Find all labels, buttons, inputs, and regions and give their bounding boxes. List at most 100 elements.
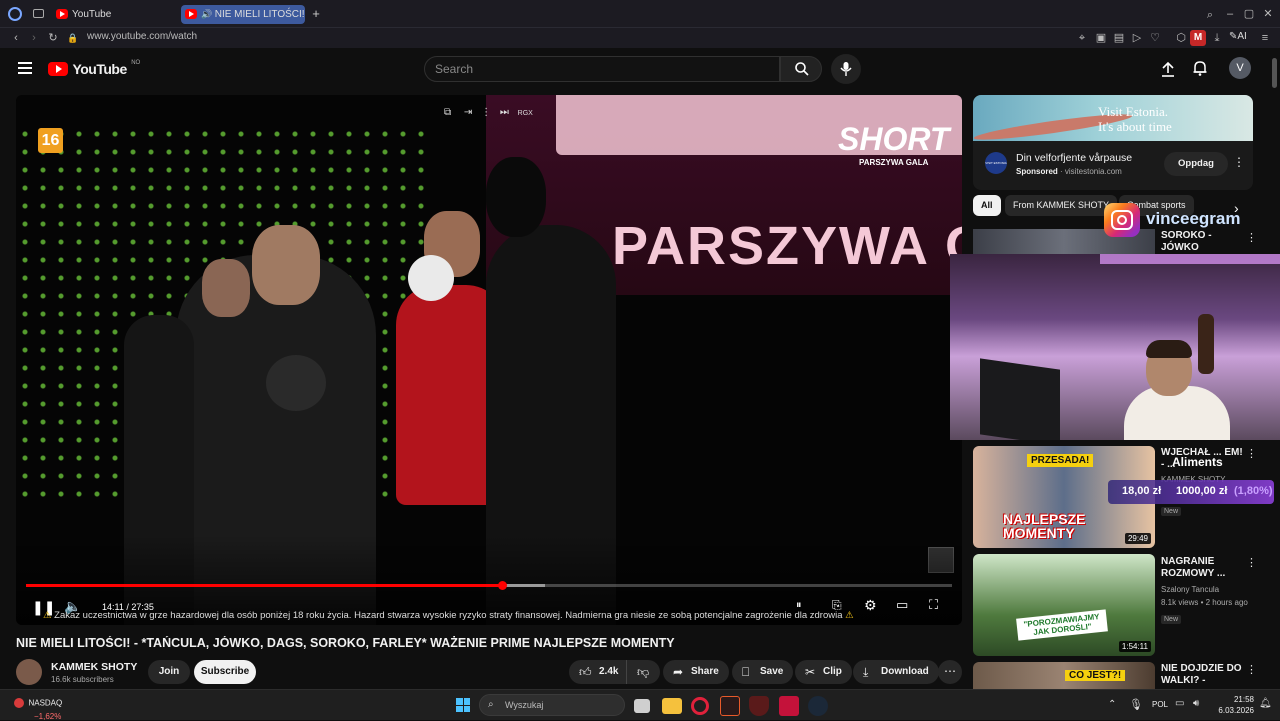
microphone-tray-icon[interactable]: 🎙︎	[1129, 698, 1143, 711]
rec-more-icon[interactable]: ⋮	[1246, 663, 1257, 676]
more-vert-icon[interactable]: ⋮	[481, 107, 491, 118]
tab-video[interactable]: 🔊 NIE MIELI LITOŚCI! - *	[181, 5, 305, 24]
youtube-header: YouTube NO V	[0, 48, 1280, 90]
volume-tray-icon[interactable]: 🔊︎	[1193, 698, 1199, 709]
page-scrollbar[interactable]	[1272, 58, 1277, 88]
save-button[interactable]: ⎕ Save	[732, 660, 794, 684]
fullscreen-button[interactable]: ⛶	[929, 597, 938, 613]
notifications-bell-icon[interactable]	[1192, 60, 1208, 76]
url-text[interactable]: www.youtube.com/watch	[87, 31, 197, 42]
stock-down-icon	[14, 697, 24, 708]
windows-start-icon[interactable]	[456, 698, 470, 712]
stock-overlay: Aliments 18,00 zł 1000,00 zł (1,80%)	[1108, 455, 1274, 511]
ad-title: Din velforfjente vårpause	[1016, 152, 1133, 164]
share-arrow-icon: ➦	[673, 665, 684, 679]
rec-thumb-3[interactable]: "POROZMAWIAJMY JAK DOROŚLI" 1:54:11	[973, 554, 1155, 656]
tab-youtube[interactable]: YouTube	[52, 5, 178, 24]
bookmark-icon: ⎕	[742, 665, 750, 679]
app-icon-dark[interactable]	[720, 696, 740, 716]
voicemeeter-icon[interactable]	[779, 696, 799, 716]
extensions-icon[interactable]: ⬡	[1174, 31, 1188, 45]
search-icon: ⌕	[488, 699, 494, 710]
task-view-icon[interactable]	[634, 699, 650, 713]
new-tab-button[interactable]: +	[309, 6, 323, 22]
theater-mode-button[interactable]: ▭	[896, 597, 908, 613]
taskbar-search[interactable]: ⌕ Wyszukaj	[479, 694, 625, 716]
tray-chevron-icon[interactable]: ⌃	[1108, 699, 1116, 710]
minimize-icon[interactable]: –	[1223, 7, 1237, 21]
ai-button[interactable]: ✎AI	[1229, 31, 1247, 42]
hamburger-menu-icon[interactable]	[18, 62, 32, 74]
language-indicator[interactable]: POL	[1152, 700, 1168, 709]
progress-scrubber[interactable]	[497, 581, 507, 590]
rec-more-icon[interactable]: ⋮	[1246, 556, 1257, 569]
heart-icon[interactable]: ♡	[1148, 31, 1162, 45]
close-icon[interactable]: ✕	[1261, 7, 1275, 21]
play-icon[interactable]: ▷	[1130, 31, 1144, 45]
ad-cta-button[interactable]: Oppdag	[1164, 152, 1228, 176]
back-icon[interactable]: ‹	[9, 31, 23, 45]
exit-icon[interactable]: ⇥	[464, 107, 472, 118]
like-button[interactable]: 👍︎ 2.4k	[569, 660, 629, 684]
upload-icon[interactable]	[1160, 61, 1176, 77]
stock-widget[interactable]: NASDAQ −1,62%	[14, 694, 62, 721]
notifications-icon[interactable]: 🔔︎	[1259, 698, 1272, 709]
webcam-person-hair	[1146, 340, 1192, 358]
ad-card[interactable]: Visit Estonia. It's about time VISIT EST…	[973, 95, 1253, 190]
video-player[interactable]: PARSZYWA G SHORT PARSZYWA GALA 16 ⧉ ⇥ ⋮ …	[16, 95, 962, 625]
opera-icon[interactable]	[8, 7, 22, 21]
page-icon[interactable]: ▤	[1112, 31, 1126, 45]
chip-from-channel[interactable]: From KAMMEK SHOTY	[1005, 195, 1118, 216]
more-actions-button[interactable]: ⋯	[938, 660, 962, 684]
forward-icon[interactable]: ›	[27, 31, 41, 45]
file-explorer-icon[interactable]	[662, 698, 682, 714]
opera-taskbar-icon[interactable]	[691, 697, 709, 715]
search-input[interactable]	[435, 62, 765, 76]
rec-thumb-4[interactable]: CO JEST?!	[973, 662, 1155, 689]
shield-icon[interactable]	[749, 696, 769, 716]
dislike-button[interactable]: 👎︎	[626, 660, 660, 684]
subscribe-button[interactable]: Subscribe	[194, 660, 256, 684]
channel-name[interactable]: KAMMEK SHOTY	[51, 661, 137, 673]
search-button[interactable]	[780, 56, 822, 82]
pin-icon[interactable]: ⌖	[1075, 31, 1089, 45]
reload-icon[interactable]: ↻	[46, 31, 60, 45]
subtitles-button[interactable]: ⎘	[832, 598, 842, 613]
webcam-monitor	[980, 358, 1060, 440]
rec-title-3[interactable]: NAGRANIE ROZMOWY ...	[1161, 556, 1245, 580]
share-button[interactable]: ➦ Share	[663, 660, 729, 684]
thumbs-up-icon: 👍︎	[579, 665, 592, 679]
rec-title-4[interactable]: NIE DOJDZIE DO WALKI? - *FARL...	[1161, 663, 1245, 688]
clock[interactable]: 21:58 6.03.2026	[1218, 694, 1254, 716]
chips-next-icon[interactable]: ›	[1234, 200, 1239, 216]
download-icon[interactable]: ⤓	[1210, 31, 1224, 45]
skip-icon[interactable]: ⏭	[500, 107, 509, 118]
menu-icon[interactable]: ≡	[1258, 31, 1272, 45]
network-icon[interactable]: ▭	[1175, 698, 1184, 709]
join-button[interactable]: Join	[148, 660, 190, 684]
download-icon: ⤓	[863, 665, 869, 679]
clip-button[interactable]: ✂ Clip	[795, 660, 852, 684]
webcam-overlay	[950, 254, 1280, 440]
voice-search-button[interactable]	[831, 54, 861, 84]
profile-m-icon[interactable]: M	[1190, 30, 1206, 46]
pip-icon[interactable]: ⧉	[444, 107, 451, 118]
chip-all[interactable]: All	[973, 195, 1001, 216]
autoplay-toggle[interactable]: ⏸	[796, 599, 802, 612]
maximize-icon[interactable]: ▢	[1242, 7, 1256, 21]
search-tabs-icon[interactable]: ⌕	[1203, 8, 1217, 22]
gambling-disclaimer: ⚠ Zakaz uczestnictwa w grze hazardowej d…	[43, 610, 854, 621]
settings-gear-icon[interactable]: ⚙	[864, 597, 877, 614]
snapshot-icon[interactable]: ▣	[1094, 31, 1108, 45]
youtube-logo[interactable]: YouTube NO	[48, 60, 140, 78]
download-button[interactable]: ⤓ Download	[853, 660, 939, 684]
rec-channel-3[interactable]: Szalony Tancula	[1161, 584, 1219, 595]
progress-track[interactable]	[26, 581, 952, 590]
ad-more-icon[interactable]: ⋮	[1233, 155, 1245, 169]
tab-overview-icon[interactable]	[33, 9, 44, 18]
fighter-left-head	[252, 225, 320, 305]
channel-avatar[interactable]	[16, 659, 42, 685]
account-avatar[interactable]: V	[1229, 57, 1251, 79]
miniplayer-icons: ⧉ ⇥ ⋮ ⏭ RGX	[444, 107, 533, 118]
steam-icon[interactable]	[808, 696, 828, 716]
